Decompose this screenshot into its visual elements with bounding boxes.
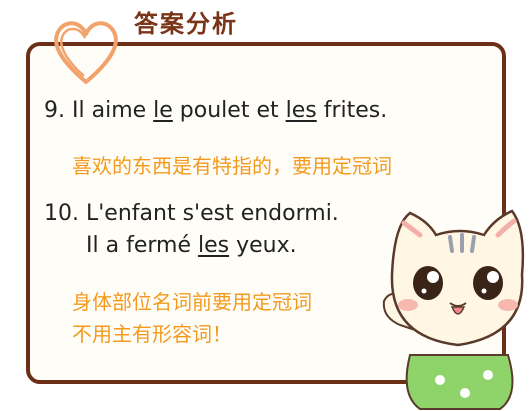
page-title: 答案分析: [134, 10, 238, 38]
sentence-text: Il aime: [72, 98, 154, 123]
explanation-9: 喜欢的东西是有特指的，要用定冠词: [72, 154, 392, 178]
sentence-text: L'enfant s'est endormi.: [86, 201, 339, 226]
sentence-9: 9. Il aime le poulet et les frites.: [44, 98, 387, 123]
item-number: 10.: [44, 201, 79, 226]
article-underlined: le: [153, 98, 173, 123]
sentence-text: yeux.: [229, 233, 297, 258]
sentence-10-line2: Il a fermé les yeux.: [86, 233, 297, 258]
explanation-10-line1: 身体部位名词前要用定冠词: [72, 290, 312, 314]
heart-doodle-icon: [54, 21, 118, 84]
explanation-10-line2: 不用主有形容词！: [72, 322, 232, 346]
article-underlined: les: [197, 233, 230, 258]
sentence-text: Il a fermé: [86, 233, 198, 258]
item-number: 9.: [44, 98, 65, 123]
sentence-10-line1: 10. L'enfant s'est endormi.: [44, 201, 339, 226]
sentence-text: poulet et: [172, 98, 286, 123]
article-underlined: les: [285, 98, 317, 123]
sentence-text: frites.: [316, 98, 388, 123]
cat-mascot-illustration: [382, 209, 525, 410]
